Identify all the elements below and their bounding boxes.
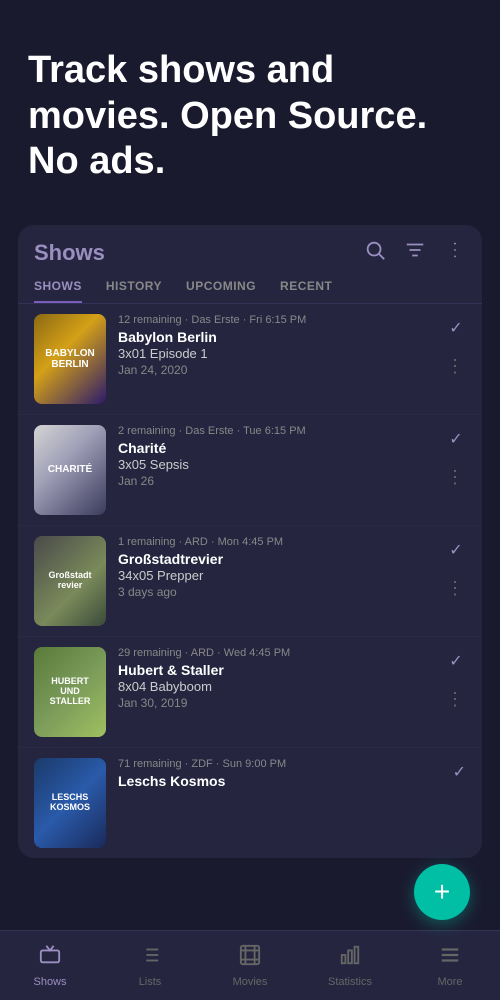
item-overflow-icon[interactable]: ⋮	[446, 356, 466, 377]
show-name: Großstadtrevier	[118, 551, 446, 567]
hero-section: Track shows and movies. Open Source. No …	[0, 0, 500, 215]
more-horiz-icon	[439, 944, 461, 972]
show-episode: 3x01 Episode 1	[118, 346, 446, 361]
show-name: Hubert & Staller	[118, 662, 446, 678]
show-thumbnail: CHARITÉ	[34, 425, 106, 515]
show-episode: 34x05 Prepper	[118, 568, 446, 583]
check-icon[interactable]: ✓	[449, 318, 462, 338]
card-title: Shows	[34, 240, 105, 266]
tv-icon	[39, 944, 61, 972]
tabs-bar: SHOWS HISTORY UPCOMING RECENT	[18, 271, 482, 304]
show-list: BABYLONBERLIN 12 remaining · Das Erste ·…	[18, 304, 482, 858]
check-icon[interactable]: ✓	[453, 762, 466, 782]
list-item[interactable]: Großstadtrevier 1 remaining · ARD · Mon …	[18, 526, 482, 637]
tab-shows[interactable]: SHOWS	[34, 279, 82, 303]
add-fab-button[interactable]: +	[414, 864, 470, 920]
card-header-icons	[364, 239, 466, 267]
nav-label-lists: Lists	[139, 976, 162, 988]
check-icon[interactable]: ✓	[449, 651, 462, 671]
show-date: Jan 24, 2020	[118, 363, 446, 377]
tab-history[interactable]: HISTORY	[106, 279, 162, 303]
list-icon	[139, 944, 161, 972]
show-date: Jan 30, 2019	[118, 696, 446, 710]
show-meta: 71 remaining · ZDF · Sun 9:00 PM	[118, 758, 453, 770]
shows-card: Shows SHOWS HISTORY UPCOMING RECENT BABY…	[18, 225, 482, 858]
show-meta: 1 remaining · ARD · Mon 4:45 PM	[118, 536, 446, 548]
item-overflow-icon[interactable]: ⋮	[446, 689, 466, 710]
film-icon	[239, 944, 261, 972]
list-item[interactable]: LESCHSKOSMOS 71 remaining · ZDF · Sun 9:…	[18, 748, 482, 858]
nav-label-movies: Movies	[233, 976, 268, 988]
check-icon[interactable]: ✓	[449, 540, 462, 560]
show-name: Charité	[118, 440, 446, 456]
show-name: Leschs Kosmos	[118, 773, 453, 789]
nav-item-movies[interactable]: Movies	[200, 944, 300, 988]
nav-label-statistics: Statistics	[328, 976, 372, 988]
bar-chart-icon	[339, 944, 361, 972]
check-icon[interactable]: ✓	[449, 429, 462, 449]
show-name: Babylon Berlin	[118, 329, 446, 345]
nav-item-shows[interactable]: Shows	[0, 944, 100, 988]
show-episode: 3x05 Sepsis	[118, 457, 446, 472]
hero-title: Track shows and movies. Open Source. No …	[28, 48, 472, 185]
show-thumbnail: LESCHSKOSMOS	[34, 758, 106, 848]
show-date: Jan 26	[118, 474, 446, 488]
card-header: Shows	[18, 225, 482, 271]
nav-label-more: More	[437, 976, 462, 988]
filter-icon[interactable]	[404, 239, 426, 267]
nav-item-statistics[interactable]: Statistics	[300, 944, 400, 988]
show-thumbnail: HUBERTUNDSTALLER	[34, 647, 106, 737]
item-overflow-icon[interactable]: ⋮	[446, 467, 466, 488]
list-item[interactable]: HUBERTUNDSTALLER 29 remaining · ARD · We…	[18, 637, 482, 748]
tab-upcoming[interactable]: UPCOMING	[186, 279, 256, 303]
overflow-menu-icon[interactable]	[444, 239, 466, 267]
show-thumbnail: BABYLONBERLIN	[34, 314, 106, 404]
list-item[interactable]: CHARITÉ 2 remaining · Das Erste · Tue 6:…	[18, 415, 482, 526]
show-thumbnail: Großstadtrevier	[34, 536, 106, 626]
nav-label-shows: Shows	[33, 976, 66, 988]
show-meta: 29 remaining · ARD · Wed 4:45 PM	[118, 647, 446, 659]
show-meta: 12 remaining · Das Erste · Fri 6:15 PM	[118, 314, 446, 326]
search-icon[interactable]	[364, 239, 386, 267]
nav-item-more[interactable]: More	[400, 944, 500, 988]
item-overflow-icon[interactable]: ⋮	[446, 578, 466, 599]
bottom-navigation: Shows Lists Movies Statistics More	[0, 930, 500, 1000]
show-meta: 2 remaining · Das Erste · Tue 6:15 PM	[118, 425, 446, 437]
show-episode: 8x04 Babyboom	[118, 679, 446, 694]
list-item[interactable]: BABYLONBERLIN 12 remaining · Das Erste ·…	[18, 304, 482, 415]
plus-icon: +	[434, 876, 450, 908]
show-date: 3 days ago	[118, 585, 446, 599]
nav-item-lists[interactable]: Lists	[100, 944, 200, 988]
tab-recent[interactable]: RECENT	[280, 279, 332, 303]
